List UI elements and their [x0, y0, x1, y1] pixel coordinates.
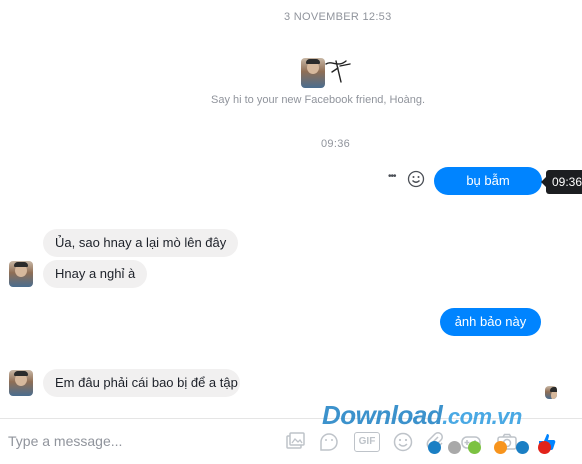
friend-avatar-large[interactable]	[301, 58, 325, 88]
time-divider: 09:36	[321, 138, 351, 150]
photo-icon[interactable]	[284, 431, 306, 453]
incoming-message[interactable]: Ủa, sao hnay a lại mò lên đây	[43, 229, 239, 257]
emoji-icon[interactable]	[392, 431, 414, 453]
react-emoji-icon[interactable]	[407, 170, 425, 188]
date-stamp: 3 NOVEMBER 12:53	[284, 11, 392, 23]
watermark-dot	[448, 441, 461, 454]
watermark-logo: Download.com.vn	[322, 400, 522, 430]
friend-avatar[interactable]	[9, 370, 33, 396]
watermark-dots	[428, 441, 568, 455]
incoming-message[interactable]: Em đâu phải cái bao bị để a tập	[43, 369, 240, 397]
gif-icon[interactable]: GIF	[354, 432, 380, 452]
incoming-message[interactable]: Hnay a nghỉ à	[43, 260, 148, 288]
more-options-icon[interactable]: •••	[388, 171, 396, 182]
timestamp-tooltip: 09:36	[541, 170, 582, 194]
outgoing-message[interactable]: bụ bẫm	[434, 167, 542, 195]
watermark-dot	[468, 441, 481, 454]
watermark-dot	[516, 441, 529, 454]
message-input[interactable]: Type a message...	[8, 433, 122, 449]
watermark-dot	[428, 441, 441, 454]
seen-avatar	[545, 386, 557, 399]
signature-logo	[325, 60, 351, 83]
watermark-dot	[538, 441, 551, 454]
friend-intro-caption: Say hi to your new Facebook friend, Hoàn…	[211, 94, 426, 106]
outgoing-message[interactable]: ảnh bảo này	[440, 308, 541, 336]
sticker-icon[interactable]	[318, 431, 340, 453]
watermark-dot	[494, 441, 507, 454]
friend-avatar[interactable]	[9, 261, 33, 287]
